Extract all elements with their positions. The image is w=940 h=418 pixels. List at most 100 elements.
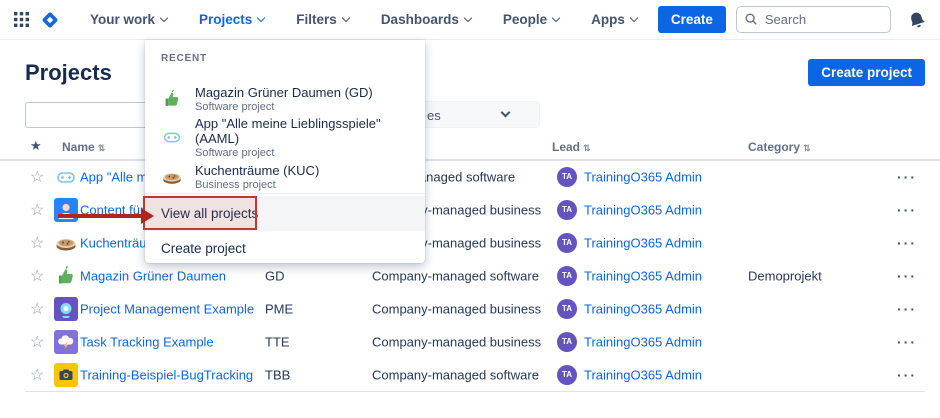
row-actions-button[interactable]: ··· (897, 367, 917, 383)
game-controller-icon (54, 165, 78, 189)
project-type: Company-managed software (372, 268, 539, 283)
menu-project-name: App "Alle meine Lieblingsspiele" (AAML) (195, 116, 409, 146)
notifications-bell-icon[interactable] (906, 9, 928, 31)
row-actions-button[interactable]: ··· (897, 169, 917, 185)
project-key: GD (265, 268, 285, 283)
favorite-star-icon[interactable]: ☆ (30, 167, 44, 187)
top-navigation-bar: Your work Projects Filters Dashboards Pe… (0, 0, 940, 40)
favorite-star-icon[interactable]: ☆ (30, 365, 44, 385)
chevron-down-icon (160, 14, 168, 22)
nav-dashboards-label: Dashboards (381, 12, 459, 27)
lead-link[interactable]: TrainingO365 Admin (584, 367, 702, 382)
sort-icon: ⇅ (803, 143, 811, 153)
camera-icon (54, 363, 78, 387)
nav-your-work[interactable]: Your work (84, 6, 173, 33)
grid-icon (14, 12, 29, 27)
app-switcher-icon[interactable] (14, 7, 29, 33)
create-project-button[interactable]: Create project (808, 59, 925, 86)
column-header-category[interactable]: Category⇅ (748, 140, 811, 154)
search-icon (744, 12, 758, 31)
lead-avatar: TA (557, 167, 577, 187)
lead-link[interactable]: TrainingO365 Admin (584, 169, 702, 184)
row-actions-button[interactable]: ··· (897, 202, 917, 218)
favorite-star-icon[interactable]: ☆ (30, 200, 44, 220)
favorite-star-icon[interactable]: ☆ (30, 332, 44, 352)
project-type: Company-managed software (372, 367, 539, 382)
cake-icon (161, 166, 183, 188)
search-input[interactable] (736, 6, 891, 33)
game-controller-icon (161, 126, 183, 148)
project-name-link[interactable]: Magazin Grüner Daumen (80, 268, 226, 283)
row-actions-button[interactable]: ··· (897, 334, 917, 350)
menu-item-recent-project[interactable]: App "Alle meine Lieblingsspiele" (AAML) … (145, 118, 425, 156)
nav-filters[interactable]: Filters (290, 6, 355, 33)
nav-projects[interactable]: Projects (193, 6, 270, 33)
menu-project-name: Magazin Grüner Daumen (GD) (195, 85, 373, 100)
menu-project-name: Kuchenträume (KUC) (195, 163, 319, 178)
lead-avatar: TA (557, 266, 577, 286)
nav-projects-label: Projects (199, 12, 252, 27)
jira-projects-page: Your work Projects Filters Dashboards Pe… (0, 0, 940, 418)
row-actions-button[interactable]: ··· (897, 301, 917, 317)
chevron-down-icon (342, 14, 350, 22)
star-column-header-icon[interactable]: ★ (30, 138, 42, 154)
chevron-down-icon (501, 108, 511, 118)
menu-item-view-all-projects[interactable]: View all projects (145, 196, 425, 231)
project-key: PME (265, 301, 293, 316)
projects-dropdown-menu: RECENT Magazin Grüner Daumen (GD) Softwa… (145, 40, 425, 263)
nav-apps-label: Apps (591, 12, 625, 27)
nav-dashboards[interactable]: Dashboards (375, 6, 477, 33)
chevron-down-icon (630, 14, 638, 22)
table-row: ☆ Training-Beispiel-BugTracking TBB Comp… (0, 358, 940, 391)
lead-avatar: TA (557, 332, 577, 352)
lead-link[interactable]: TrainingO365 Admin (584, 334, 702, 349)
table-bottom-divider (25, 391, 925, 392)
chevron-down-icon (552, 14, 560, 22)
lead-link[interactable]: TrainingO365 Admin (584, 268, 702, 283)
favorite-star-icon[interactable]: ☆ (30, 299, 44, 319)
project-name-link[interactable]: Training-Beispiel-BugTracking (80, 367, 253, 382)
column-header-lead[interactable]: Lead⇅ (552, 140, 591, 154)
project-name-link[interactable]: Project Management Example (80, 301, 254, 316)
row-actions-button[interactable]: ··· (897, 235, 917, 251)
lead-link[interactable]: TrainingO365 Admin (584, 235, 702, 250)
project-name-link[interactable]: Task Tracking Example (80, 334, 214, 349)
storm-cloud-icon (54, 330, 78, 354)
column-header-name[interactable]: Name⇅ (62, 140, 105, 154)
favorite-star-icon[interactable]: ☆ (30, 266, 44, 286)
jira-logo-icon[interactable] (39, 7, 61, 33)
project-name-link[interactable]: Content für (80, 202, 144, 217)
nav-right-cluster: ? ⚙ TA (736, 6, 940, 33)
row-actions-button[interactable]: ··· (897, 268, 917, 284)
menu-item-recent-project[interactable]: Magazin Grüner Daumen (GD) Software proj… (145, 80, 425, 118)
favorite-star-icon[interactable]: ☆ (30, 233, 44, 253)
cake-icon (54, 231, 78, 255)
menu-item-recent-project[interactable]: Kuchenträume (KUC) Business project (145, 158, 425, 196)
lead-avatar: TA (557, 299, 577, 319)
table-row: ☆ Task Tracking Example TTE Company-mana… (0, 325, 940, 358)
lead-link[interactable]: TrainingO365 Admin (584, 301, 702, 316)
menu-divider (145, 193, 425, 194)
nav-people[interactable]: People (497, 6, 565, 33)
global-search (736, 6, 891, 33)
nav-apps[interactable]: Apps (585, 6, 643, 33)
chevron-down-icon (464, 14, 472, 22)
lead-avatar: TA (557, 233, 577, 253)
nav-filters-label: Filters (296, 12, 337, 27)
menu-project-type: Software project (195, 101, 373, 113)
create-button[interactable]: Create (658, 6, 726, 33)
menu-item-create-project[interactable]: Create project (145, 231, 425, 266)
lead-avatar: TA (557, 200, 577, 220)
table-row: ☆ Magazin Grüner Daumen GD Company-manag… (0, 259, 940, 292)
chevron-down-icon (257, 14, 265, 22)
lead-avatar: TA (557, 365, 577, 385)
nav-your-work-label: Your work (90, 12, 155, 27)
sort-icon: ⇅ (98, 143, 106, 153)
project-icon (54, 297, 78, 321)
table-row: ☆ App "Alle meine Lieblingsspiele" Team-… (0, 160, 940, 193)
table-header-row: ★ Name⇅ Lead⇅ Category⇅ (0, 140, 940, 161)
person-icon (54, 198, 78, 222)
lead-link[interactable]: TrainingO365 Admin (584, 202, 702, 217)
table-row: ☆ Content für Company-managed business T… (0, 193, 940, 226)
sort-icon: ⇅ (583, 143, 591, 153)
